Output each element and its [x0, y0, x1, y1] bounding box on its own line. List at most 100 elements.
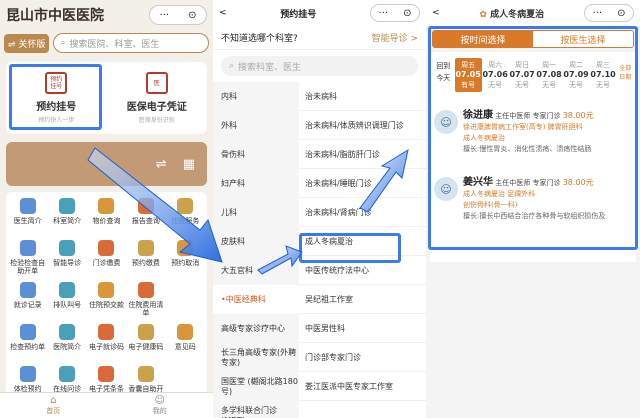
- schedule-header: < ✿ 成人冬病夏治 ··· ⊙: [426, 0, 640, 26]
- qrcode-icon[interactable]: ▦: [183, 157, 195, 172]
- department-category-item[interactable]: 皮肤科: [213, 227, 299, 256]
- department-item[interactable]: 吴纪祖工作室: [299, 285, 426, 314]
- page-title: 预约挂号: [280, 9, 317, 20]
- service-grid-item[interactable]: 就诊记录: [8, 282, 47, 318]
- department-category-item[interactable]: 国医堂 (樾阁北路180号): [213, 372, 299, 401]
- service-grid-item[interactable]: 智能导诊: [47, 240, 86, 276]
- service-grid-item[interactable]: 门诊缴费: [87, 240, 126, 276]
- department-category-item[interactable]: 儿科: [213, 198, 299, 227]
- service-grid-item[interactable]: 预约取消: [166, 240, 205, 276]
- service-icon: [137, 324, 154, 340]
- service-icon: [19, 240, 36, 256]
- department-item[interactable]: 治未病科/肾病门诊: [299, 198, 426, 227]
- department-category-label: 长三角高级专家(外聘专家): [221, 347, 297, 367]
- care-mode-button[interactable]: ⇌ 关怀版: [4, 33, 50, 53]
- more-icon[interactable]: ···: [379, 8, 389, 19]
- more-icon[interactable]: ···: [160, 10, 170, 21]
- service-grid-item[interactable]: 医生简介: [8, 198, 47, 234]
- department-category-item[interactable]: 外科: [213, 111, 299, 140]
- search-input[interactable]: ⌕ 搜索医院、科室、医生: [53, 33, 209, 53]
- department-category-item[interactable]: 高级专家诊疗中心: [213, 314, 299, 343]
- close-icon[interactable]: ⊙: [403, 8, 411, 19]
- department-item[interactable]: 门诊部专家门诊: [299, 343, 426, 372]
- service-grid-item[interactable]: 医院简介: [47, 324, 86, 360]
- mini-program-capsule[interactable]: ··· ⊙: [370, 4, 420, 22]
- insurance-icon: 医: [145, 72, 168, 94]
- tab-mine[interactable]: ☺ 我的: [107, 393, 214, 418]
- screenshot-collage: 昆山市中医医院 ··· ⊙ ⇌ 关怀版 ⌕ 搜索医院、科室、医生 预约 挂号 预约…: [0, 0, 640, 418]
- service-grid-item[interactable]: 报告查询: [126, 198, 165, 234]
- service-grid-item[interactable]: 住院费用清单: [126, 282, 165, 318]
- service-label: 排队叫号: [53, 301, 82, 309]
- search-placeholder: 搜索科室、医生: [238, 62, 302, 73]
- department-item[interactable]: 中医男性科: [299, 314, 426, 343]
- service-label: 就诊记录: [13, 301, 42, 309]
- department-search-input[interactable]: ⌕ 搜索科室、医生: [221, 56, 418, 76]
- department-category-item[interactable]: 多学科联合门诊(MDT): [213, 401, 299, 418]
- service-grid-item[interactable]: 物价查询: [87, 198, 126, 234]
- service-grid-item[interactable]: 住院服务: [166, 198, 205, 234]
- search-row: ⇌ 关怀版 ⌕ 搜索医院、科室、医生: [0, 30, 213, 56]
- smart-guide-link[interactable]: 智能导诊 >: [372, 31, 418, 44]
- service-grid-item[interactable]: 电子健康码: [126, 324, 165, 360]
- department-category-label: 国医堂 (樾阁北路180号): [221, 376, 298, 396]
- service-label: 预约缴费: [131, 259, 160, 267]
- department-category-label: 骨伤科: [221, 150, 245, 159]
- department-category-item[interactable]: • 中医经典科: [213, 285, 299, 314]
- department-category-item[interactable]: 长三角高级专家(外聘专家): [213, 343, 299, 372]
- service-grid-item[interactable]: 意见码: [166, 324, 205, 360]
- health-card-banner[interactable]: ⇌ ▦: [6, 142, 207, 186]
- tab-home[interactable]: ⌂ 首页: [0, 393, 107, 418]
- department-category-label: 内科: [221, 92, 237, 101]
- service-grid-item[interactable]: 科室简介: [47, 198, 86, 234]
- service-icon: [98, 366, 115, 382]
- department-item[interactable]: 娄江医派中医专家工作室: [299, 372, 426, 401]
- more-icon[interactable]: ···: [593, 8, 603, 19]
- back-icon[interactable]: <: [219, 8, 227, 18]
- service-icon: [137, 240, 154, 256]
- page-title: ✿ 成人冬病夏治: [479, 7, 544, 20]
- service-grid-item[interactable]: 检查预约单: [8, 324, 47, 360]
- service-icon: [177, 282, 194, 298]
- service-icon: [177, 240, 194, 256]
- department-item[interactable]: 治未病科/脂肪肝门诊: [299, 140, 426, 169]
- search-placeholder: 搜索医院、科室、医生: [69, 39, 160, 50]
- department-category-item[interactable]: 内科: [213, 82, 299, 111]
- user-icon: ☺: [154, 395, 165, 406]
- page-title-text: 成人冬病夏治: [490, 9, 545, 20]
- switch-icon[interactable]: ⇌: [156, 157, 167, 172]
- service-label: 物价查询: [92, 217, 121, 225]
- service-grid-item[interactable]: 电子就诊码: [87, 324, 126, 360]
- service-icon: [19, 282, 36, 298]
- department-category-item[interactable]: 妇产科: [213, 169, 299, 198]
- department-item[interactable]: 治未病科/体质辨识调理门诊: [299, 111, 426, 140]
- back-icon[interactable]: <: [432, 8, 440, 18]
- service-grid-item[interactable]: 排队叫号: [47, 282, 86, 318]
- appointment-register-button[interactable]: 预约 挂号 预约挂号 预约快人一步: [6, 62, 107, 134]
- mini-program-capsule[interactable]: ··· ⊙: [584, 4, 634, 22]
- department-category-label: 皮肤科: [221, 237, 245, 246]
- close-icon[interactable]: ⊙: [617, 8, 625, 19]
- department-category-label: 儿科: [221, 208, 237, 217]
- register-panel: < 预约挂号 ··· ⊙ 不知道选哪个科室? 智能导诊 > ⌕ 搜索科室、医生 …: [213, 0, 426, 418]
- service-label: 智能导诊: [53, 259, 82, 267]
- department-category-item[interactable]: 大五官科: [213, 256, 299, 285]
- service-grid: 医生简介 科室简介 物价查询 报告查询 住院服务检验检查自助开单 智能导诊 门诊缴费 预约缴费…: [6, 192, 207, 408]
- service-icon: [19, 324, 36, 340]
- service-icon: [19, 366, 36, 382]
- hospital-logo-icon: ✿: [479, 9, 491, 20]
- service-grid-item[interactable]: 检验检查自助开单: [8, 240, 47, 276]
- service-grid-item[interactable]: 住院预交款: [87, 282, 126, 318]
- main-services-card: 预约 挂号 预约挂号 预约快人一步 医 医保电子凭证 医保身份识别: [6, 62, 207, 134]
- service-grid-item[interactable]: 预约缴费: [126, 240, 165, 276]
- department-category-item[interactable]: 骨伤科: [213, 140, 299, 169]
- department-category-label: 中医经典科: [225, 295, 266, 304]
- department-item[interactable]: 治未病科/睡眠门诊: [299, 169, 426, 198]
- insurance-certificate-button[interactable]: 医 医保电子凭证 医保身份识别: [107, 62, 208, 134]
- close-icon[interactable]: ⊙: [188, 10, 196, 21]
- service-label: 检验检查自助开单: [10, 259, 46, 275]
- department-item[interactable]: 治未病科: [299, 82, 426, 111]
- service-grid-item: [166, 282, 205, 318]
- mini-program-capsule[interactable]: ··· ⊙: [149, 5, 207, 25]
- department-category-label: 妇产科: [221, 179, 245, 188]
